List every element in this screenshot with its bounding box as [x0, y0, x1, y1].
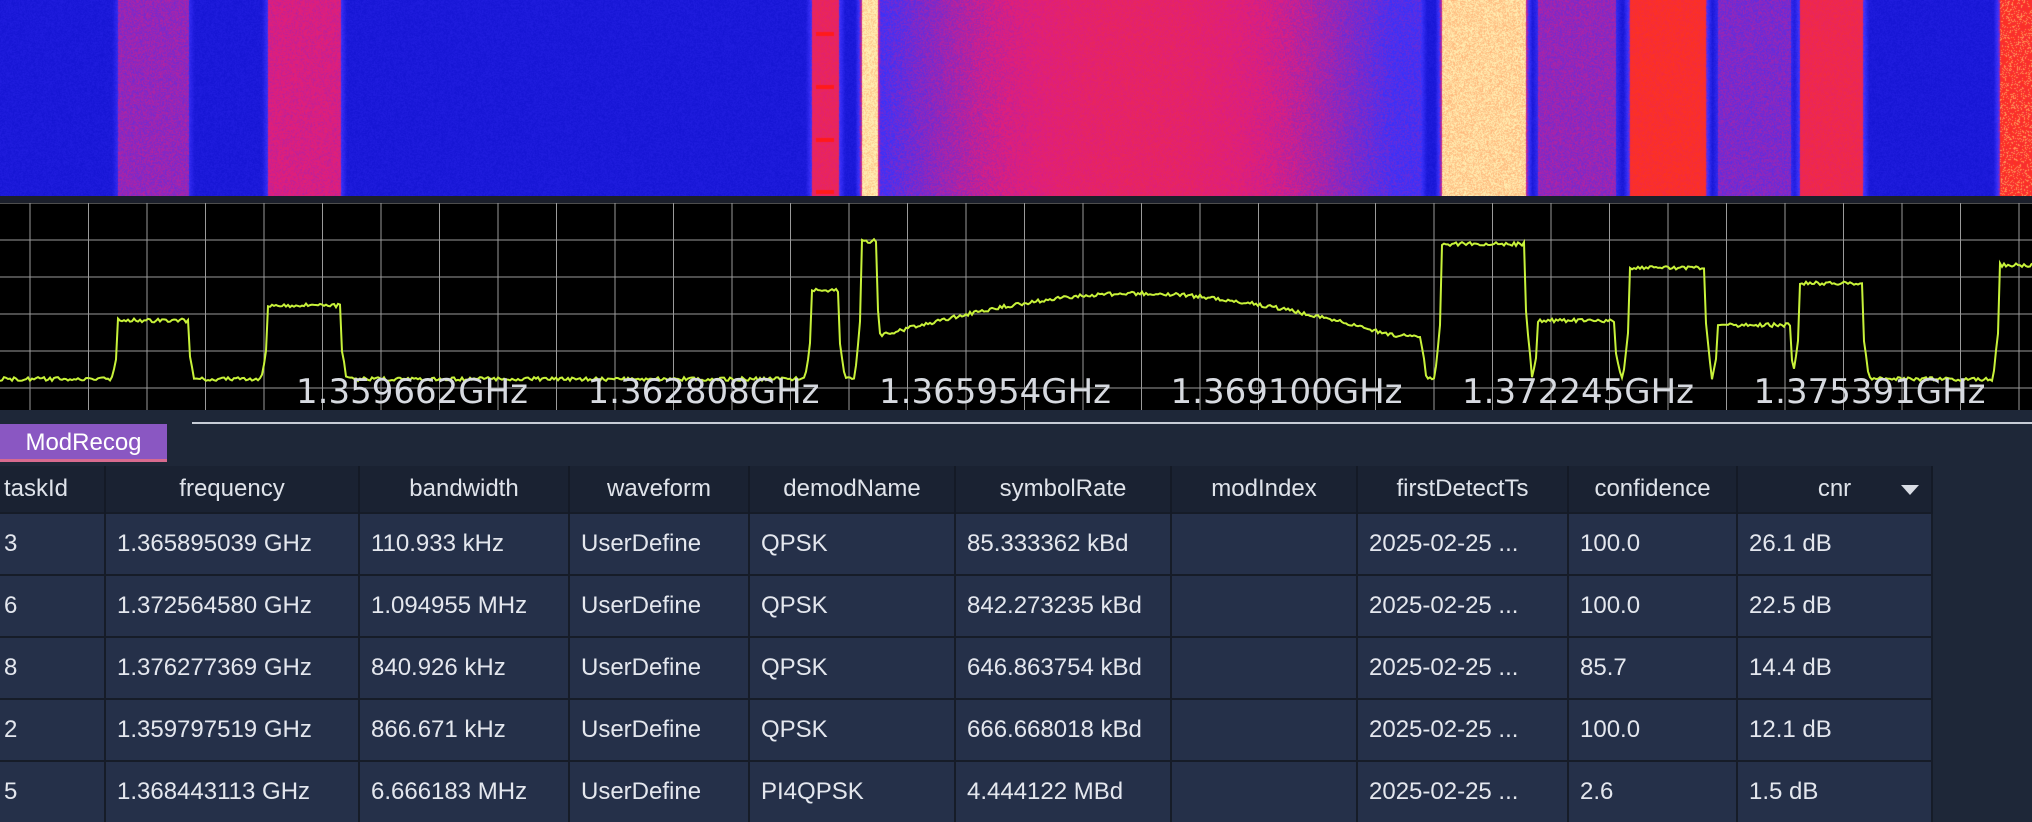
cell-cnr: 22.5 dB	[1737, 574, 1933, 637]
frequency-tick-label: 1.369100GHz	[1171, 372, 1403, 410]
cell-firstdetectts: 2025-02-25 ...	[1357, 760, 1569, 822]
cell-firstdetectts: 2025-02-25 ...	[1357, 512, 1569, 575]
cell-cnr: 12.1 dB	[1737, 698, 1933, 761]
cell-bandwidth: 6.666183 MHz	[359, 760, 570, 822]
cell-taskid: 5	[0, 760, 106, 822]
cell-symbolrate: 842.273235 kBd	[955, 574, 1172, 637]
cell-frequency: 1.376277369 GHz	[105, 636, 360, 699]
frequency-tick-label: 1.375391GHz	[1754, 372, 1986, 410]
cell-firstdetectts: 2025-02-25 ...	[1357, 574, 1569, 637]
panel-divider	[0, 196, 2032, 203]
column-header-bandwidth[interactable]: bandwidth	[359, 466, 570, 513]
column-header-frequency[interactable]: frequency	[105, 466, 360, 513]
spectrum-plot[interactable]: 1.359662GHz 1.362808GHz 1.365954GHz 1.36910…	[0, 203, 2032, 410]
column-header-cnr-label: cnr	[1817, 475, 1852, 502]
cell-modindex	[1171, 698, 1358, 761]
frequency-tick-label: 1.365954GHz	[879, 372, 1111, 410]
cell-symbolrate: 85.333362 kBd	[955, 512, 1172, 575]
column-header-firstdetectts[interactable]: firstDetectTs	[1357, 466, 1569, 513]
cell-confidence: 2.6	[1568, 760, 1738, 822]
frequency-tick-label: 1.359662GHz	[296, 372, 528, 410]
table-row[interactable]: 8 1.376277369 GHz 840.926 kHz UserDefine QPS…	[0, 636, 1933, 699]
column-header-waveform[interactable]: waveform	[569, 466, 750, 513]
cell-frequency: 1.372564580 GHz	[105, 574, 360, 637]
tab-modrecog[interactable]: ModRecog	[0, 424, 167, 462]
column-header-symbolrate[interactable]: symbolRate	[955, 466, 1172, 513]
cell-waveform: UserDefine	[569, 574, 750, 637]
sort-descending-icon[interactable]	[1901, 485, 1919, 495]
table-row[interactable]: 3 1.365895039 GHz 110.933 kHz UserDefine QPS…	[0, 512, 1933, 575]
cell-taskid: 3	[0, 512, 106, 575]
cell-modindex	[1171, 760, 1358, 822]
cell-frequency: 1.365895039 GHz	[105, 512, 360, 575]
cell-cnr: 14.4 dB	[1737, 636, 1933, 699]
cell-firstdetectts: 2025-02-25 ...	[1357, 636, 1569, 699]
tab-divider	[192, 422, 2032, 424]
cell-confidence: 100.0	[1568, 512, 1738, 575]
waterfall-display[interactable]	[0, 0, 2032, 196]
cell-modindex	[1171, 636, 1358, 699]
cell-symbolrate: 646.863754 kBd	[955, 636, 1172, 699]
cell-confidence: 85.7	[1568, 636, 1738, 699]
cell-cnr: 26.1 dB	[1737, 512, 1933, 575]
table-row[interactable]: 5 1.368443113 GHz 6.666183 MHz UserDefine PI…	[0, 760, 1933, 822]
cell-frequency: 1.359797519 GHz	[105, 698, 360, 761]
cell-demodname: PI4QPSK	[749, 760, 956, 822]
cell-symbolrate: 4.444122 MBd	[955, 760, 1172, 822]
modrecog-table[interactable]: taskId frequency bandwidth waveform demo…	[0, 466, 1933, 822]
cell-waveform: UserDefine	[569, 698, 750, 761]
cell-bandwidth: 840.926 kHz	[359, 636, 570, 699]
cell-taskid: 6	[0, 574, 106, 637]
cell-bandwidth: 1.094955 MHz	[359, 574, 570, 637]
cell-modindex	[1171, 574, 1358, 637]
frequency-axis-labels: 1.359662GHz 1.362808GHz 1.365954GHz 1.36910…	[296, 372, 1986, 410]
cell-taskid: 8	[0, 636, 106, 699]
column-header-taskid[interactable]: taskId	[0, 466, 106, 513]
tab-bar: ModRecog	[0, 410, 2032, 466]
frequency-tick-label: 1.362808GHz	[588, 372, 820, 410]
spectrum-trace	[0, 237, 2032, 383]
cell-demodname: QPSK	[749, 698, 956, 761]
table-row[interactable]: 2 1.359797519 GHz 866.671 kHz UserDefine QPS…	[0, 698, 1933, 761]
cell-demodname: QPSK	[749, 636, 956, 699]
cell-taskid: 2	[0, 698, 106, 761]
cell-demodname: QPSK	[749, 512, 956, 575]
table-header-row: taskId frequency bandwidth waveform demo…	[0, 466, 1933, 513]
cell-confidence: 100.0	[1568, 698, 1738, 761]
cell-waveform: UserDefine	[569, 760, 750, 822]
cell-modindex	[1171, 512, 1358, 575]
table-row[interactable]: 6 1.372564580 GHz 1.094955 MHz UserDefine QP…	[0, 574, 1933, 637]
cell-cnr: 1.5 dB	[1737, 760, 1933, 822]
cell-demodname: QPSK	[749, 574, 956, 637]
cell-waveform: UserDefine	[569, 636, 750, 699]
cell-bandwidth: 866.671 kHz	[359, 698, 570, 761]
frequency-tick-label: 1.372245GHz	[1462, 372, 1694, 410]
cell-firstdetectts: 2025-02-25 ...	[1357, 698, 1569, 761]
column-header-confidence[interactable]: confidence	[1568, 466, 1738, 513]
cell-symbolrate: 666.668018 kBd	[955, 698, 1172, 761]
cell-frequency: 1.368443113 GHz	[105, 760, 360, 822]
column-header-modindex[interactable]: modIndex	[1171, 466, 1358, 513]
column-header-demodname[interactable]: demodName	[749, 466, 956, 513]
cell-bandwidth: 110.933 kHz	[359, 512, 570, 575]
cell-waveform: UserDefine	[569, 512, 750, 575]
column-header-cnr[interactable]: cnr	[1737, 466, 1933, 513]
cell-confidence: 100.0	[1568, 574, 1738, 637]
